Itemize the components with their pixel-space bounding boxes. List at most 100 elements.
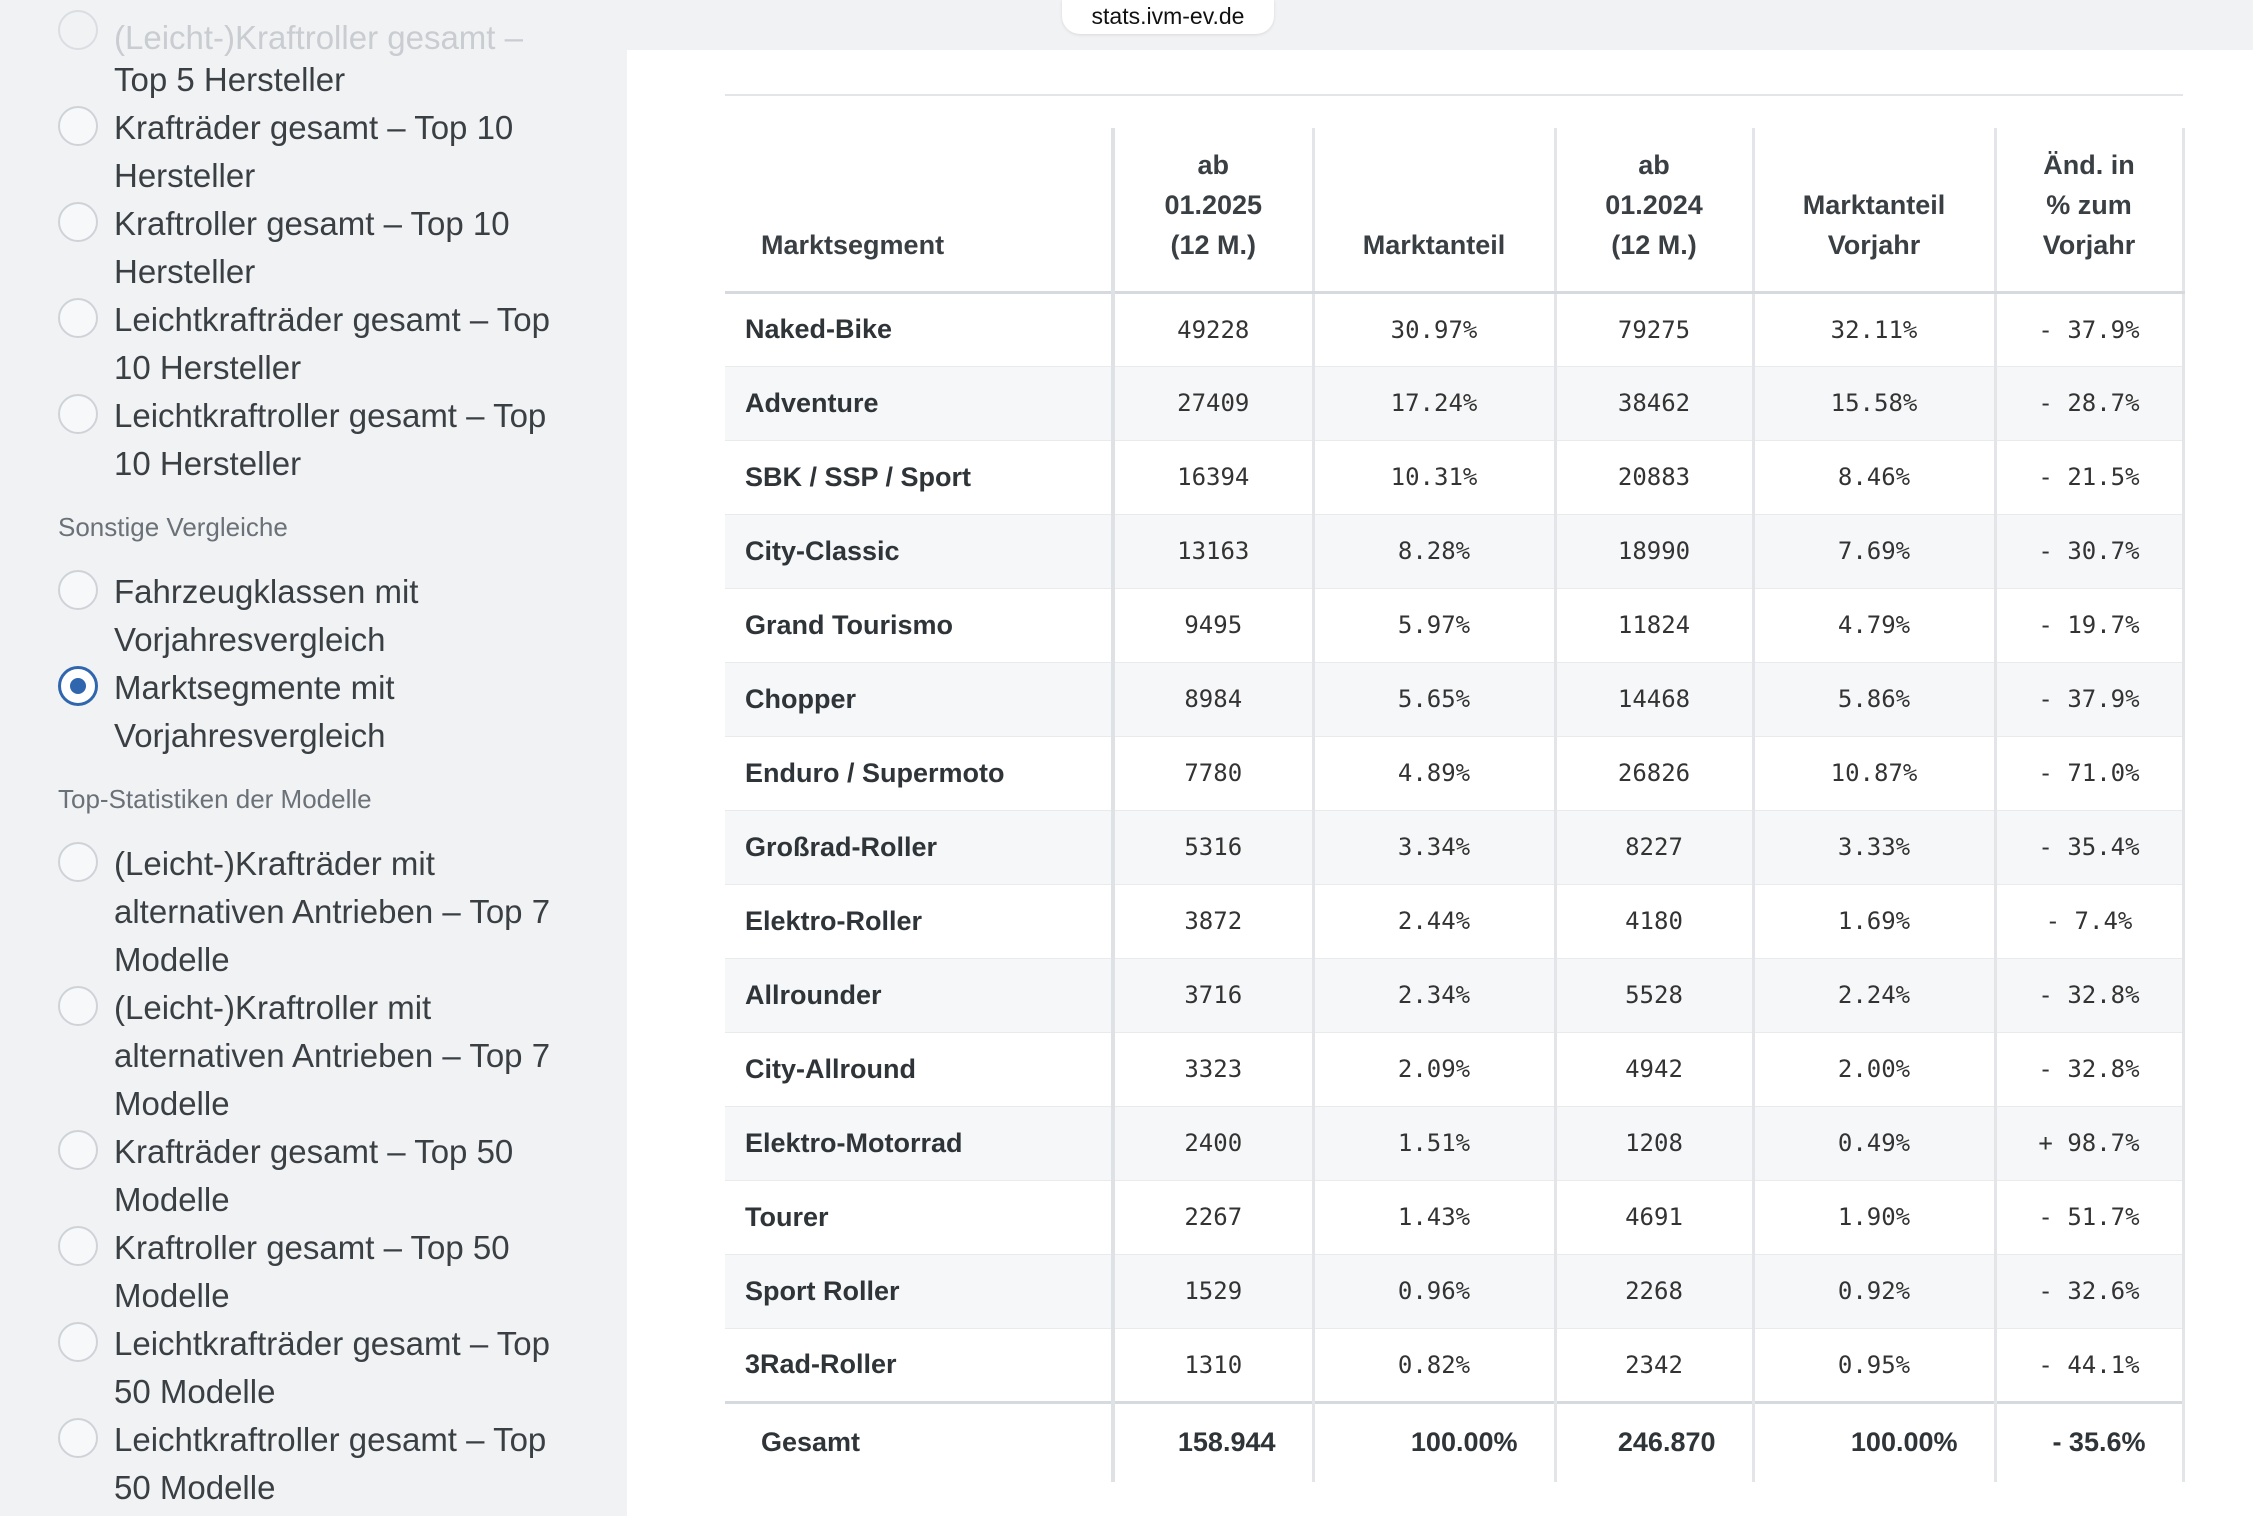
col-header-share-previous[interactable]: Marktanteil Vorjahr <box>1753 128 1997 294</box>
cell-segment: Großrad-Roller <box>725 810 1115 885</box>
cell-change: - 37.9% <box>1995 292 2185 367</box>
table-row: Naked-Bike 49228 30.97% 79275 32.11% - 37.9% <box>725 292 2185 367</box>
cell-share-previous: 1.69% <box>1753 884 1997 959</box>
cell-current: 2400 <box>1113 1106 1315 1181</box>
cell-share: 2.44% <box>1313 884 1557 959</box>
radio-unchecked-icon[interactable] <box>58 394 98 434</box>
cell-change: - 37.9% <box>1995 662 2185 737</box>
col-header-segment[interactable]: Marktsegment <box>725 128 1115 294</box>
table-row: Grand Tourismo 9495 5.97% 11824 4.79% - 19.7% <box>725 588 2185 663</box>
sidebar-item-label: (Leicht-)Kraftroller gesamt – <box>114 19 523 56</box>
cell-segment: Grand Tourismo <box>725 588 1115 663</box>
cell-segment: Enduro / Supermoto <box>725 736 1115 811</box>
cell-share: 8.28% <box>1313 514 1557 589</box>
group-title-modelle: Top-Statistiken der Modelle <box>58 784 372 814</box>
radio-unchecked-icon[interactable] <box>58 298 98 338</box>
table-total-row: Gesamt 158.944 100.00% 246.870 100.00% -… <box>725 1400 2185 1482</box>
radio-unchecked-icon[interactable] <box>58 106 98 146</box>
cell-segment: Elektro-Roller <box>725 884 1115 959</box>
cell-share: 2.09% <box>1313 1032 1557 1107</box>
cell-current: 1529 <box>1113 1254 1315 1329</box>
cell-share: 4.89% <box>1313 736 1557 811</box>
cell-previous: 38462 <box>1555 366 1755 441</box>
cell-current: 13163 <box>1113 514 1315 589</box>
cell-current: 16394 <box>1113 440 1315 515</box>
cell-previous: 2342 <box>1555 1328 1755 1403</box>
total-change: - 35.6% <box>1995 1400 2185 1482</box>
table-row: 3Rad-Roller 1310 0.82% 2342 0.95% - 44.1% <box>725 1328 2185 1403</box>
col-header-change[interactable]: Änd. in % zum Vorjahr <box>1995 128 2185 294</box>
radio-unchecked-icon[interactable] <box>58 986 98 1026</box>
cell-previous: 4180 <box>1555 884 1755 959</box>
cell-segment: Tourer <box>725 1180 1115 1255</box>
radio-unchecked-icon[interactable] <box>58 1226 98 1266</box>
divider <box>725 94 2183 96</box>
radio-checked-icon[interactable] <box>58 666 98 706</box>
sidebar-item-label: Leichtkraftroller gesamt – Top 10 Herste… <box>114 397 547 482</box>
cell-current: 3323 <box>1113 1032 1315 1107</box>
cell-current: 3872 <box>1113 884 1315 959</box>
sidebar-item-label: Krafträder gesamt – Top 10 Hersteller <box>114 109 514 194</box>
cell-segment: Allrounder <box>725 958 1115 1033</box>
cell-change: - 44.1% <box>1995 1328 2185 1403</box>
table-row: Tourer 2267 1.43% 4691 1.90% - 51.7% <box>725 1180 2185 1255</box>
col-header-share[interactable]: Marktanteil <box>1313 128 1557 294</box>
radio-unchecked-icon[interactable] <box>58 1130 98 1170</box>
cell-current: 9495 <box>1113 588 1315 663</box>
total-label: Gesamt <box>725 1400 1115 1482</box>
cell-previous: 11824 <box>1555 588 1755 663</box>
cell-current: 3716 <box>1113 958 1315 1033</box>
cell-share-previous: 10.87% <box>1753 736 1997 811</box>
table-row: Großrad-Roller 5316 3.34% 8227 3.33% - 35.4% <box>725 810 2185 885</box>
table-row: City-Allround 3323 2.09% 4942 2.00% - 32.8% <box>725 1032 2185 1107</box>
url-bar[interactable]: stats.ivm-ev.de <box>1062 0 1274 34</box>
cell-share: 10.31% <box>1313 440 1557 515</box>
sidebar-item-label: (Leicht-)Krafträder mit alternativen Ant… <box>114 845 551 978</box>
radio-unchecked-icon[interactable] <box>58 202 98 242</box>
cell-segment: 3Rad-Roller <box>725 1328 1115 1403</box>
col-header-previous[interactable]: ab 01.2024 (12 M.) <box>1555 128 1755 294</box>
cell-current: 8984 <box>1113 662 1315 737</box>
cell-share-previous: 0.49% <box>1753 1106 1997 1181</box>
table-row: Chopper 8984 5.65% 14468 5.86% - 37.9% <box>725 662 2185 737</box>
radio-unchecked-icon[interactable] <box>58 842 98 882</box>
table-row: SBK / SSP / Sport 16394 10.31% 20883 8.46% - … <box>725 440 2185 515</box>
cell-change: - 71.0% <box>1995 736 2185 811</box>
cell-share-previous: 0.95% <box>1753 1328 1997 1403</box>
cell-current: 27409 <box>1113 366 1315 441</box>
sidebar-item-label: Kraftroller gesamt – Top 50 Modelle <box>114 1229 510 1314</box>
radio-unchecked-icon[interactable] <box>58 1322 98 1362</box>
cell-previous: 14468 <box>1555 662 1755 737</box>
cell-share: 1.51% <box>1313 1106 1557 1181</box>
cell-share: 5.97% <box>1313 588 1557 663</box>
cell-previous: 79275 <box>1555 292 1755 367</box>
table-row: Allrounder 3716 2.34% 5528 2.24% - 32.8% <box>725 958 2185 1033</box>
col-header-current[interactable]: ab 01.2025 (12 M.) <box>1113 128 1315 294</box>
cell-share: 3.34% <box>1313 810 1557 885</box>
cell-previous: 1208 <box>1555 1106 1755 1181</box>
market-segment-table: Marktsegment ab 01.2025 (12 M.) Marktant… <box>725 128 2185 1482</box>
cell-previous: 4942 <box>1555 1032 1755 1107</box>
cell-share: 1.43% <box>1313 1180 1557 1255</box>
cell-previous: 8227 <box>1555 810 1755 885</box>
radio-unchecked-icon[interactable] <box>58 10 98 50</box>
radio-unchecked-icon[interactable] <box>58 570 98 610</box>
radio-unchecked-icon[interactable] <box>58 1418 98 1458</box>
sidebar-item-label: Krafträder gesamt – Top 50 Modelle <box>114 1133 514 1218</box>
sidebar-item-label: Top 5 Hersteller <box>114 61 346 98</box>
cell-share-previous: 8.46% <box>1753 440 1997 515</box>
cell-previous: 20883 <box>1555 440 1755 515</box>
cell-share-previous: 2.24% <box>1753 958 1997 1033</box>
sidebar-item-label: Kraftroller gesamt – Top 10 Hersteller <box>114 205 510 290</box>
cell-share: 0.96% <box>1313 1254 1557 1329</box>
table-row: Adventure 27409 17.24% 38462 15.58% - 28.7% <box>725 366 2185 441</box>
cell-current: 5316 <box>1113 810 1315 885</box>
total-share-previous: 100.00% <box>1753 1400 1997 1482</box>
cell-segment: SBK / SSP / Sport <box>725 440 1115 515</box>
table-row: Elektro-Roller 3872 2.44% 4180 1.69% - 7.4% <box>725 884 2185 959</box>
table-row: Elektro-Motorrad 2400 1.51% 1208 0.49% + 98.7… <box>725 1106 2185 1181</box>
cell-previous: 26826 <box>1555 736 1755 811</box>
cell-change: - 32.8% <box>1995 958 2185 1033</box>
cell-change: - 32.6% <box>1995 1254 2185 1329</box>
cell-share-previous: 15.58% <box>1753 366 1997 441</box>
